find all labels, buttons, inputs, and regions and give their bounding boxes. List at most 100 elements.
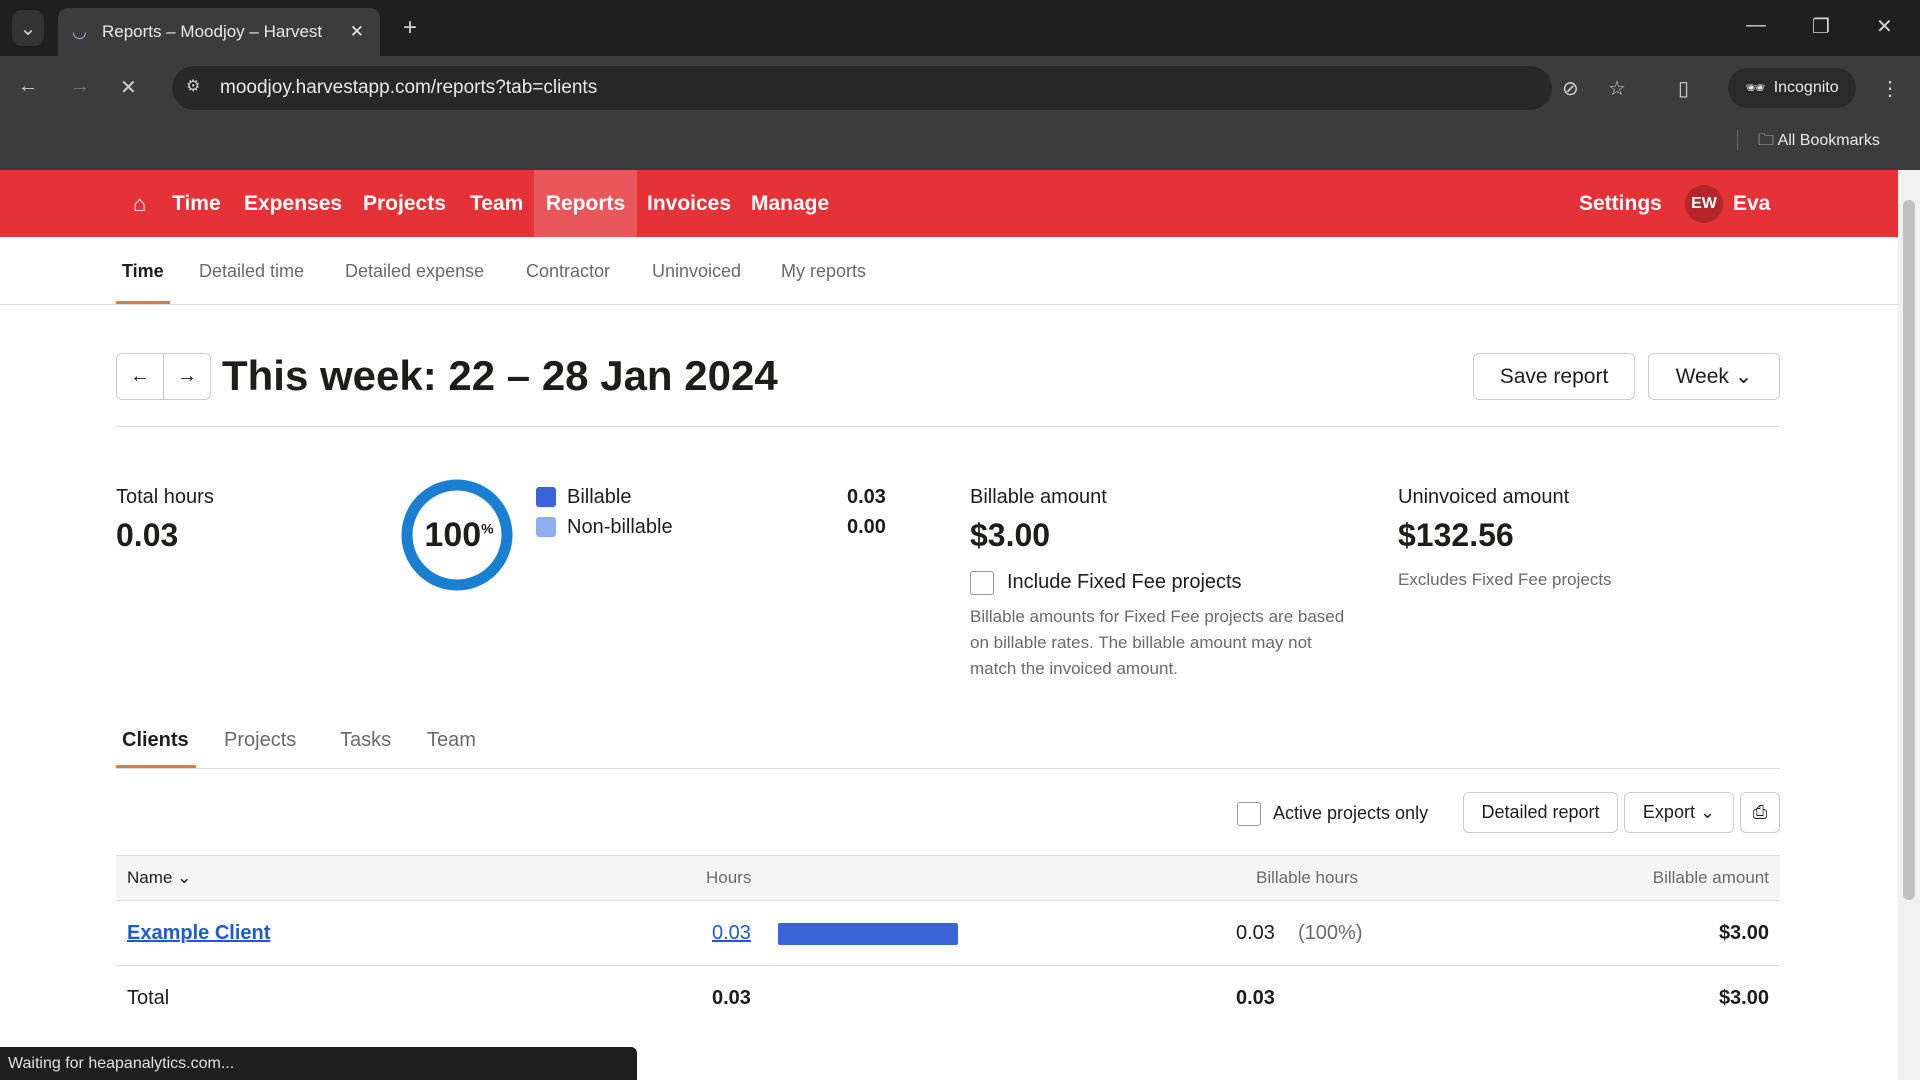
active-projects-label: Active projects only [1273,803,1429,823]
menu-icon[interactable]: ⋮ [1880,76,1900,101]
stop-loading-icon[interactable]: ✕ [120,75,137,100]
main-nav: ⌂ Time Expenses Projects Team Reports In… [0,170,1898,237]
active-underline [116,301,170,304]
billable-swatch [536,487,556,507]
hours-link[interactable]: 0.03 [712,922,751,945]
total-hours-value: 0.03 [116,517,179,553]
page-scrollbar[interactable] [1898,170,1920,1080]
period-select[interactable]: Week ⌄ [1648,353,1780,400]
subnav-time[interactable]: Time [122,261,164,282]
page-title: This week: 22 – 28 Jan 2024 [222,352,778,399]
nav-invoices[interactable]: Invoices [636,170,742,237]
browser-tab-bar: ⌄ ◡ Reports – Moodjoy – Harvest ✕ + — ❐ … [0,0,1920,56]
loading-icon: ◡ [72,22,87,41]
nav-expenses[interactable]: Expenses [233,170,353,237]
total-label: Total [127,987,170,1009]
new-tab-icon[interactable]: + [398,14,422,42]
forward-icon[interactable]: → [70,75,90,98]
billable-amount-label: Billable amount [970,486,1107,508]
sort-by-name[interactable]: Name ⌄ [127,868,191,888]
chevron-down-icon: ⌄ [177,868,192,887]
subnav-uninvoiced[interactable]: Uninvoiced [652,261,741,282]
tab-title: Reports – Moodjoy – Harvest [102,22,323,41]
total-hours-label: Total hours [116,486,214,508]
next-period-button[interactable]: → [163,353,211,400]
browser-tab[interactable]: ◡ Reports – Moodjoy – Harvest ✕ [58,8,380,56]
tab-team[interactable]: Team [427,729,476,752]
all-bookmarks[interactable]: 🗀 All Bookmarks [1758,129,1880,156]
donut-percent-value: 100 [424,516,482,554]
star-icon[interactable]: ☆ [1608,76,1626,101]
avatar[interactable]: EW [1685,185,1723,223]
table-header [116,855,1780,901]
table-row: Example Client 0.03 0.03 (100%) $3.00 [116,901,1780,966]
export-button[interactable]: Export ⌄ [1624,792,1734,833]
legend-billable: Billable [567,486,632,508]
non-billable-hours-value: 0.00 [847,516,886,538]
donut-percent-unit: % [481,520,494,537]
incognito-label: Incognito [1773,79,1839,96]
restore-icon[interactable]: ❐ [1812,14,1830,39]
detailed-report-button[interactable]: Detailed report [1463,792,1618,833]
nav-settings[interactable]: Settings [1568,170,1673,237]
nav-reports[interactable]: Reports [534,170,637,237]
total-hours: 0.03 [712,987,751,1009]
include-fixed-fee-checkbox[interactable] [970,571,994,595]
client-link[interactable]: Example Client [127,922,270,945]
scrollbar-thumb[interactable] [1903,200,1915,900]
nav-team[interactable]: Team [459,170,534,237]
close-window-icon[interactable]: ✕ [1876,14,1893,39]
tab-search-button[interactable]: ⌄ [12,10,44,46]
subnav-my-reports[interactable]: My reports [781,261,866,282]
minimize-icon[interactable]: — [1746,14,1766,37]
uninvoiced-amount-label: Uninvoiced amount [1398,486,1570,508]
subnav-detailed-time[interactable]: Detailed time [199,261,304,282]
close-tab-icon[interactable]: ✕ [350,22,364,42]
header-hours: Hours [706,868,752,887]
uninvoiced-amount-value: $132.56 [1398,517,1514,553]
home-icon[interactable]: ⌂ [122,170,157,237]
tabs-divider [116,768,1780,769]
donut-percent: 100% [414,516,504,555]
tab-tasks[interactable]: Tasks [340,729,391,752]
side-panel-icon[interactable]: ▯ [1678,76,1689,101]
export-label: Export [1642,802,1695,822]
folder-icon: 🗀 [1758,132,1778,149]
incognito-icon: 🕶 [1745,80,1766,97]
prev-period-button[interactable]: ← [116,353,164,400]
legend-non-billable: Non-billable [567,516,673,538]
total-billable-hours: 0.03 [1236,987,1275,1009]
hours-bar-fill [778,923,958,945]
save-report-button[interactable]: Save report [1473,353,1635,400]
user-name[interactable]: Eva [1722,170,1781,237]
billable-hours-value: 0.03 [847,486,886,508]
nav-time[interactable]: Time [161,170,232,237]
billable-amount-value: $3.00 [970,517,1051,553]
bookmarks-label: All Bookmarks [1777,132,1880,149]
chevron-down-icon: ⌄ [1734,365,1753,388]
header-name: Name [127,868,173,887]
incognito-badge[interactable]: 🕶 Incognito [1728,68,1856,108]
site-settings-icon[interactable]: ⚙ [186,76,200,96]
header-billable-amount: Billable amount [1652,868,1769,887]
tab-active-underline [116,765,196,768]
tab-projects[interactable]: Projects [224,729,296,752]
print-button[interactable]: ⎙ [1740,792,1780,833]
include-fixed-fee-label: Include Fixed Fee projects [1007,571,1242,593]
print-icon: ⎙ [1752,802,1768,822]
row-billable-percent: (100%) [1298,922,1363,944]
header-billable-hours: Billable hours [1256,868,1359,887]
table-total-row: Total 0.03 0.03 $3.00 [116,966,1780,1031]
nav-projects[interactable]: Projects [352,170,457,237]
fixed-fee-note: Billable amounts for Fixed Fee projects … [970,607,1345,678]
subnav-detailed-expense[interactable]: Detailed expense [345,261,484,282]
back-icon[interactable]: ← [18,75,38,98]
eye-off-icon[interactable]: ⊘ [1562,76,1579,101]
nav-manage[interactable]: Manage [740,170,840,237]
divider [116,426,1780,427]
active-projects-checkbox[interactable] [1237,802,1261,826]
address-bar[interactable]: ⚙ moodjoy.harvestapp.com/reports?tab=cli… [172,66,1552,110]
tab-clients[interactable]: Clients [122,729,189,752]
row-billable-hours: 0.03 [1236,922,1275,944]
subnav-contractor[interactable]: Contractor [526,261,610,282]
